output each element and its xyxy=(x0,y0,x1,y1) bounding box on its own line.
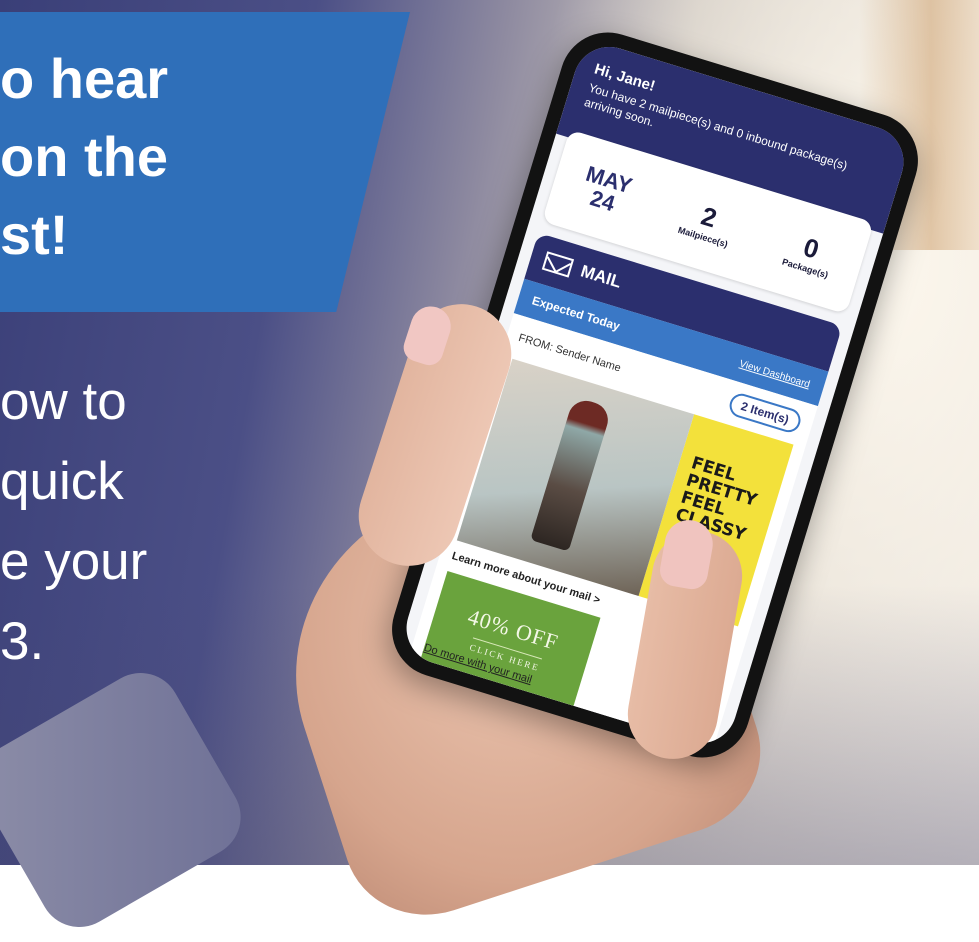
envelope-icon xyxy=(541,250,575,278)
date-display: MAY 24 xyxy=(577,161,635,219)
packages-stat[interactable]: 0 Package(s) xyxy=(781,227,838,279)
mailpieces-stat[interactable]: 2 Mailpiece(s) xyxy=(677,195,738,249)
headline-line: on the xyxy=(0,125,168,188)
headline-line: st! xyxy=(0,203,69,266)
headline-line: o hear xyxy=(0,47,169,110)
mail-heading: MAIL xyxy=(578,261,624,292)
headline-text: o hear on the st! xyxy=(0,40,380,274)
hand-fingers xyxy=(150,291,770,865)
